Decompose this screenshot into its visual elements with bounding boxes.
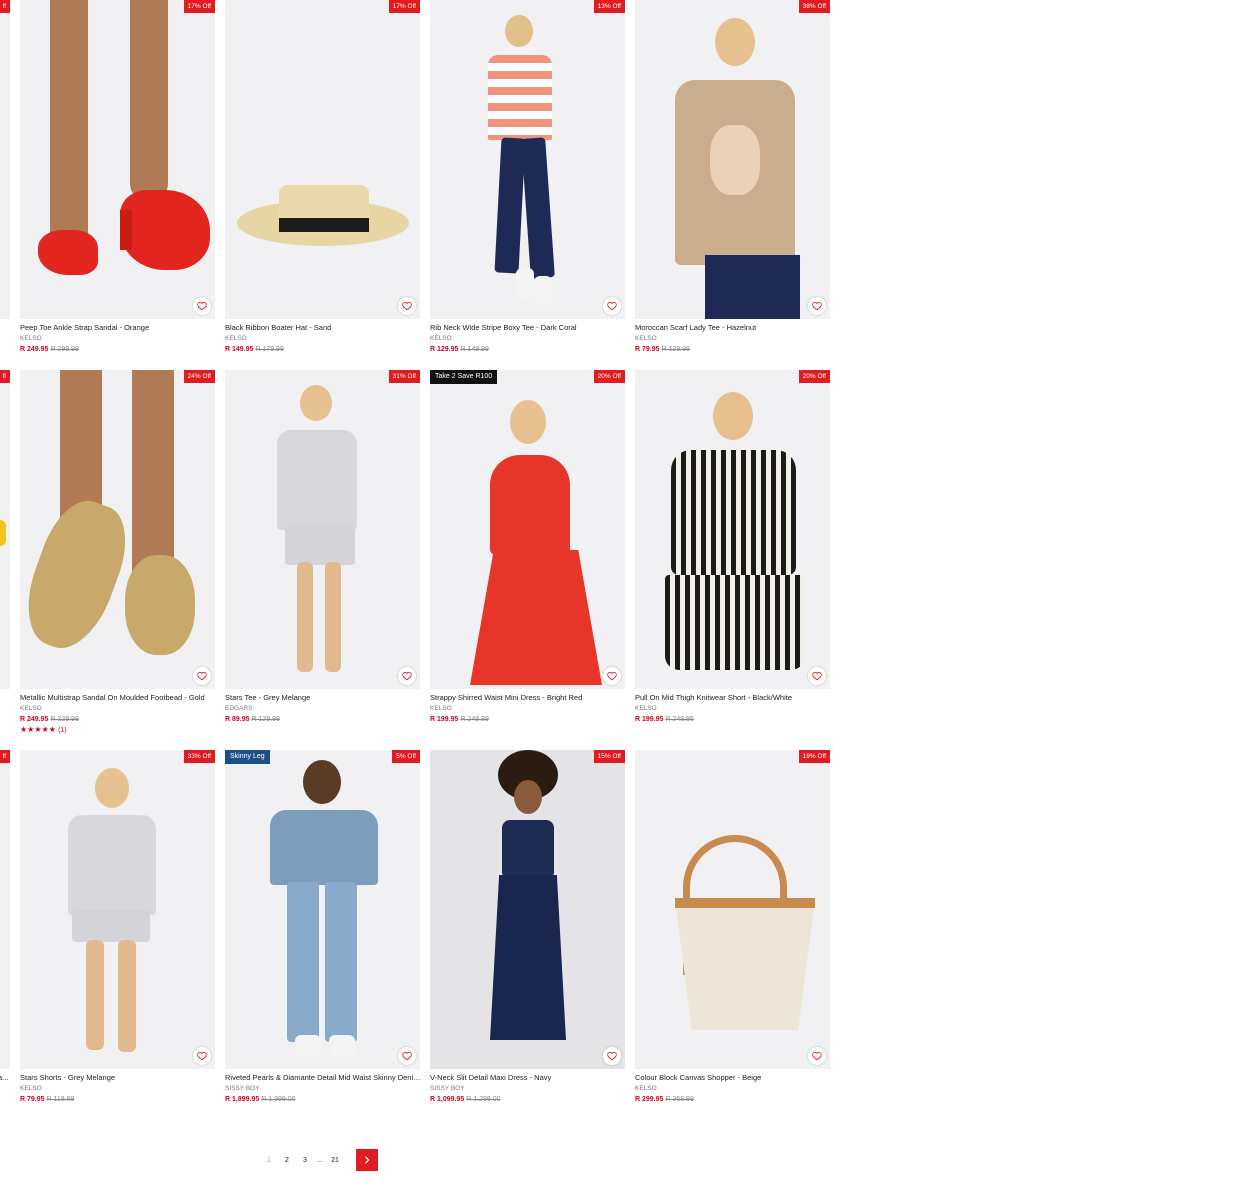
product-name[interactable]: Stars Tee - Grey Melange (225, 693, 425, 703)
product-image[interactable] (635, 750, 830, 1069)
discount-badge: 38% Off (798, 0, 830, 13)
wishlist-heart-icon[interactable] (603, 667, 621, 685)
product-image[interactable] (225, 0, 420, 319)
wishlist-heart-icon[interactable] (193, 297, 211, 315)
page-21[interactable]: 21 (326, 1157, 344, 1164)
discount-badge: 20% Off (798, 370, 830, 383)
wishlist-heart-icon[interactable] (808, 297, 826, 315)
product-brand: KELSO (635, 335, 657, 342)
wishlist-heart-icon[interactable] (808, 1047, 826, 1065)
discount-badge: 5% Off (392, 750, 420, 763)
star-rating-icon: ★★★★★ (20, 725, 56, 734)
product-image[interactable] (225, 750, 420, 1069)
product-name[interactable]: Rib Neck Wide Stripe Boxy Tee - Dark Cor… (430, 323, 630, 333)
product-brand: SISSY BOY (430, 1085, 465, 1092)
product-brand: KELSO (225, 335, 247, 342)
product-image[interactable] (0, 0, 10, 319)
product-image[interactable] (20, 0, 215, 319)
promo-badge: Skinny Leg (225, 750, 270, 764)
next-page-button[interactable] (356, 1149, 378, 1171)
wishlist-heart-icon[interactable] (603, 1047, 621, 1065)
discount-badge: ff (0, 0, 10, 13)
product-name[interactable]: Moroccan Scarf Lady Tee - Hazelnut (635, 323, 835, 333)
product-brand: KELSO (20, 1085, 42, 1092)
wishlist-heart-icon[interactable] (398, 667, 416, 685)
discount-badge: 15% Off (593, 750, 625, 763)
discount-badge: 13% Off (593, 0, 625, 13)
product-price: R 199.95 R 249.95 (635, 716, 694, 723)
product-brand: KELSO (635, 705, 657, 712)
product-name[interactable]: Peep Toe Ankle Strap Sandal - Orange (20, 323, 220, 333)
page-2[interactable]: 2 (278, 1157, 296, 1164)
product-price: R 1,899.95 R 1,999.00 (225, 1096, 296, 1103)
product-price: R 199.95 R 249.99 (430, 716, 489, 723)
rating-count: (1) (58, 727, 67, 734)
wishlist-heart-icon[interactable] (398, 1047, 416, 1065)
discount-badge: 17% Off (388, 0, 420, 13)
product-name[interactable]: Strappy Shirred Waist Mini Dress - Brigh… (430, 693, 630, 703)
wishlist-heart-icon[interactable] (808, 667, 826, 685)
product-name[interactable]: Black Ribbon Boater Hat - Sand (225, 323, 425, 333)
product-price: R 1,099.95 R 1,299.00 (430, 1096, 501, 1103)
pagination: 1 2 3 ... 21 (260, 1148, 378, 1172)
product-price: R 129.95 R 149.99 (430, 346, 489, 353)
product-name[interactable]: a... (0, 1073, 10, 1083)
product-image[interactable] (225, 370, 420, 689)
discount-badge: 24% Off (183, 370, 215, 383)
product-name[interactable]: Riveted Pearls & Diamante Detail Mid Wai… (225, 1073, 425, 1083)
product-image[interactable] (20, 370, 215, 689)
product-brand: KELSO (20, 335, 42, 342)
product-rating[interactable]: ★★★★★ (1) (20, 725, 220, 736)
product-brand: KELSO (635, 1085, 657, 1092)
product-price: R 299.95 R 369.99 (635, 1096, 694, 1103)
discount-badge: 31% Off (388, 370, 420, 383)
product-name[interactable]: Colour Block Canvas Shopper - Beige (635, 1073, 835, 1083)
discount-badge: 19% Off (798, 750, 830, 763)
page-1[interactable]: 1 (260, 1157, 278, 1164)
product-brand: SISSY BOY (225, 1085, 260, 1092)
discount-badge: 17% Off (183, 0, 215, 13)
product-brand: KELSO (430, 705, 452, 712)
page-ellipsis: ... (317, 1156, 323, 1164)
product-image[interactable] (0, 370, 10, 689)
product-image[interactable] (635, 370, 830, 689)
product-price: R 79.95 R 129.99 (635, 346, 690, 353)
product-name[interactable]: Stars Shorts - Grey Melange (20, 1073, 220, 1083)
product-price: R 149.95 R 179.99 (225, 346, 284, 353)
product-image[interactable] (20, 750, 215, 1069)
product-image[interactable] (430, 370, 625, 689)
product-price: R 249.95 R 329.99 (20, 716, 79, 723)
product-brand: EDGARS (225, 705, 253, 712)
product-price: R 79.95 R 119.99 (20, 1096, 75, 1103)
wishlist-heart-icon[interactable] (193, 1047, 211, 1065)
product-price: R 249.95 R 299.99 (20, 346, 79, 353)
product-brand: KELSO (430, 335, 452, 342)
wishlist-heart-icon[interactable] (193, 667, 211, 685)
product-image[interactable] (0, 750, 10, 1069)
product-image[interactable] (430, 750, 625, 1069)
product-image[interactable] (635, 0, 830, 319)
wishlist-heart-icon[interactable] (398, 297, 416, 315)
product-brand: KELSO (20, 705, 42, 712)
product-image[interactable] (430, 0, 625, 319)
page-3[interactable]: 3 (296, 1157, 314, 1164)
discount-badge: 33% Off (183, 750, 215, 763)
discount-badge: 20% Off (593, 370, 625, 383)
discount-badge: ff (0, 750, 10, 763)
product-name[interactable]: Pull On Mid Thigh Knitwear Short - Black… (635, 693, 835, 703)
product-price: R 89.95 R 129.99 (225, 716, 280, 723)
promo-badge: Take 2 Save R100 (430, 370, 498, 384)
product-name[interactable]: Metallic Multistrap Sandal On Moulded Fo… (20, 693, 220, 703)
wishlist-heart-icon[interactable] (603, 297, 621, 315)
chevron-right-icon (365, 1156, 370, 1164)
discount-badge: ff (0, 370, 10, 383)
product-name[interactable]: V-Neck Slit Detail Maxi Dress - Navy (430, 1073, 630, 1083)
